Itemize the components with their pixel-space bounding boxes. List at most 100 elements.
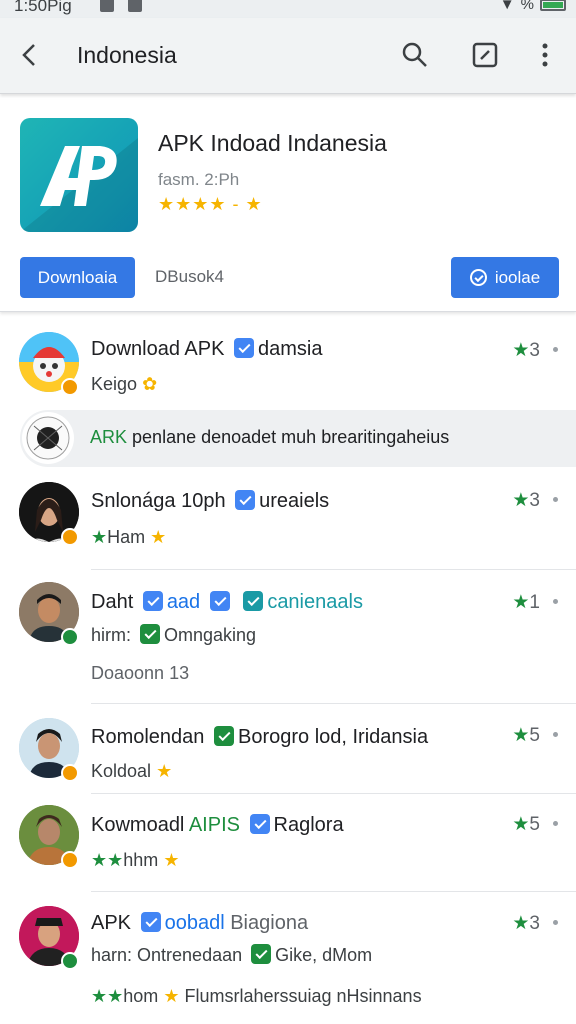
wifi-icon: ▼ (499, 0, 515, 13)
item-subtitle: Koldoal ★ (91, 761, 172, 782)
item-subtitle-tail: Gike, dMom (275, 945, 373, 965)
star-icon: ★ (512, 490, 530, 511)
more-dot-icon[interactable] (553, 821, 558, 826)
more-dot-icon[interactable] (553, 599, 558, 604)
divider (91, 569, 576, 570)
verified-check-icon (140, 624, 161, 644)
item-title-tail: canienaals (267, 591, 363, 613)
item-subtitle-stars: ★★ (91, 850, 124, 870)
divider (91, 793, 576, 794)
star-icon: ★ (150, 527, 167, 547)
item-title-blue: oobadl (164, 912, 225, 934)
verified-check-icon (235, 490, 256, 510)
item-title-text: Romolendan (91, 726, 205, 748)
search-icon[interactable] (398, 38, 432, 72)
more-dot-icon[interactable] (553, 732, 558, 737)
item-title-tail: Biagiona (230, 912, 309, 934)
item-score-value: 3 (529, 913, 540, 934)
back-arrow-icon[interactable] (14, 38, 48, 72)
verified-check-icon (251, 944, 272, 964)
item-title-tail: Borogro lod, Iridansia (237, 726, 429, 748)
item-score-value: 3 (529, 340, 540, 361)
item-title: Kowmoadl AIPIS Raglora (91, 814, 344, 837)
item-subtitle-star: ★ (91, 527, 108, 547)
status-time: 1:50Pig (14, 0, 72, 15)
item-score: ★1 (512, 591, 540, 614)
notification-icon (128, 0, 142, 12)
item-extra: Doaoonn 13 (91, 663, 190, 683)
download-button[interactable]: Downloaia (20, 257, 135, 298)
more-vert-icon[interactable] (528, 38, 562, 72)
item-title: APK oobadl Biagiona (91, 912, 308, 935)
verified-check-icon (213, 726, 234, 746)
banner-text: ARK penlane denoadet muh brearitingaheiu… (90, 427, 449, 448)
follow-button-label: ioolae (494, 267, 541, 287)
more-dot-icon[interactable] (553, 347, 558, 352)
verified-check-icon (142, 591, 163, 611)
item-score: ★5 (512, 724, 540, 747)
app-bar: Indonesia (0, 18, 576, 94)
status-right: ▼ % (500, 0, 566, 13)
item-subtitle-tail: Omngaking (164, 625, 257, 645)
status-battery-label: % (520, 0, 534, 13)
item-subtitle-text: Ham (107, 527, 146, 547)
notification-icons (100, 0, 142, 12)
avatar-status-badge (61, 764, 79, 782)
item-extra-text: hom (123, 986, 159, 1006)
verified-check-icon (249, 814, 270, 834)
item-title: Snlonága 10ph ureaiels (91, 490, 329, 513)
item-subtitle-text: Koldoal (91, 761, 152, 781)
external-link-icon[interactable] (468, 38, 502, 72)
avatar-status-badge (61, 628, 79, 646)
star-icon: ★ (512, 814, 530, 835)
follow-button[interactable]: ioolae (451, 257, 559, 298)
item-extra-tail: Flumsrlaherssuiag nHsinnans (184, 986, 422, 1006)
item-subtitle: Keigo ✿ (91, 374, 157, 395)
avatar-status-badge (61, 378, 79, 396)
app-bar-title: Indonesia (77, 42, 177, 68)
item-score-value: 5 (529, 725, 540, 746)
item-subtitle-text: harn: Ontrenedaan (91, 945, 243, 965)
item-subtitle: ★Ham ★ (91, 527, 166, 548)
item-subtitle-text: Keigo (91, 374, 138, 394)
paw-icon: ✿ (142, 374, 158, 394)
avatar-status-badge (61, 851, 79, 869)
item-title: Daht aad canienaals (91, 591, 363, 614)
verified-check-icon (140, 912, 161, 932)
item-subtitle: hirm: Omngaking (91, 624, 256, 646)
item-title: Download APK damsia (91, 338, 322, 361)
item-score: ★3 (512, 339, 540, 362)
item-score: ★3 (512, 912, 540, 935)
divider (91, 703, 576, 704)
app-logo-mark (20, 138, 138, 232)
item-title-text: Daht (91, 591, 134, 613)
promo-banner[interactable]: ARK penlane denoadet muh brearitingaheiu… (20, 410, 576, 467)
app-logo (20, 118, 138, 232)
app-name: APK Indoad Indanesia (158, 130, 387, 156)
item-title-green: AIPIS (188, 814, 240, 836)
item-title-tail: damsia (257, 338, 323, 360)
item-score: ★5 (512, 813, 540, 836)
star-icon: ★ (512, 725, 530, 746)
avatar-status-badge (61, 528, 79, 546)
more-dot-icon[interactable] (553, 920, 558, 925)
star-icon: ★ (163, 986, 180, 1006)
banner-body: penlane denoadet muh brearitingaheius (132, 427, 450, 447)
item-title-text: Download APK (91, 338, 225, 360)
battery-icon (540, 0, 566, 11)
avatar-status-badge (61, 952, 79, 970)
item-score: ★3 (512, 489, 540, 512)
star-icon: ★ (512, 592, 530, 613)
item-title-text: Kowmoadl (91, 814, 185, 836)
item-extra-stars: ★★ (91, 986, 124, 1006)
secondary-link[interactable]: DBusok4 (155, 267, 224, 287)
banner-label: ARK (90, 427, 128, 447)
item-score-value: 5 (529, 814, 540, 835)
item-title: Romolendan Borogro lod, Iridansia (91, 726, 428, 749)
star-icon: ★ (156, 761, 173, 781)
item-title-tail: ureaiels (259, 490, 330, 512)
verified-check-icon (209, 591, 230, 611)
item-subtitle-text: hhm (123, 850, 159, 870)
more-dot-icon[interactable] (553, 497, 558, 502)
verified-check-icon (243, 591, 264, 611)
